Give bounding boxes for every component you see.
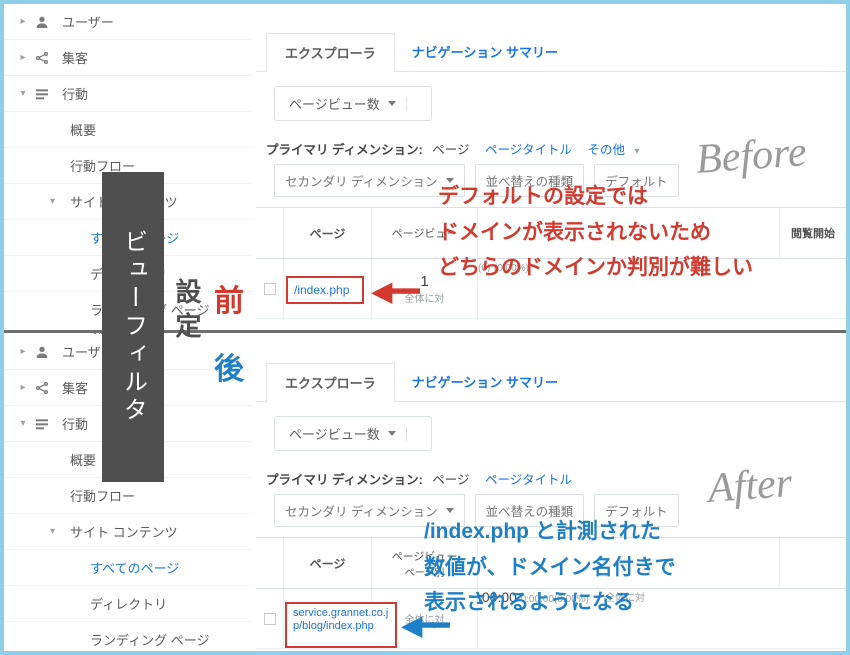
- overlay-setting-label: 設定: [170, 278, 206, 346]
- dimension-page[interactable]: ページ: [432, 473, 469, 487]
- chevron-right-icon: ▸: [18, 382, 28, 393]
- handwritten-after: After: [706, 459, 793, 513]
- nav-label: 集客: [62, 48, 242, 67]
- dimension-page[interactable]: ページ: [432, 143, 469, 157]
- annotation-line: /index.php と計測された: [424, 514, 676, 550]
- label: セカンダリ ディメンション: [285, 171, 438, 190]
- report-tabs: エクスプローラ ナビゲーション サマリー: [256, 4, 846, 72]
- nav-sub-label: サイト コンテンツ: [70, 522, 178, 541]
- annotation-line: どちらのドメインか判別が難しい: [438, 250, 753, 286]
- chevron-right-icon: ▸: [18, 346, 28, 357]
- chevron-down-icon: ▾: [18, 418, 28, 429]
- nav-sub-behavior-flow[interactable]: 行動フロー: [4, 478, 252, 514]
- nav-sub-directory[interactable]: ディレクトリ: [4, 586, 252, 622]
- row-checkbox[interactable]: [264, 613, 276, 625]
- nav-item-acquisition[interactable]: ▸ 集客: [4, 40, 252, 76]
- primary-dimension-label: プライマリ ディメンション:: [266, 473, 423, 487]
- dimension-other[interactable]: その他: [588, 143, 626, 157]
- col-start: [780, 538, 846, 588]
- arrow-left-blue-icon: ◀━━: [402, 610, 447, 641]
- caret-down-icon: [388, 101, 396, 106]
- col-start[interactable]: 閲覧開始: [780, 208, 846, 258]
- metric-label: ページビュー数: [289, 424, 380, 443]
- report-tabs: エクスプローラ ナビゲーション サマリー: [256, 334, 846, 402]
- annotation-line: 表示されるようになる: [424, 585, 676, 621]
- nav-sub-landing-pages[interactable]: ランディング ページ: [4, 622, 252, 655]
- chevron-down-icon: ▾: [50, 526, 60, 537]
- nav-item-behavior[interactable]: ▾ 行動: [4, 76, 252, 112]
- chevron-down-icon: ▾: [50, 196, 60, 207]
- highlighted-cell-before: /index.php: [286, 276, 364, 304]
- overlay-before-kanji: 前: [214, 276, 244, 320]
- person-icon: [34, 344, 52, 360]
- handwritten-before: Before: [694, 128, 807, 184]
- cell-value: 1: [420, 273, 428, 290]
- separator: [406, 427, 407, 441]
- overlay-view-filter-bar: ビューフィルタ: [102, 172, 164, 482]
- person-icon: [34, 14, 52, 30]
- primary-dimension-label: プライマリ ディメンション:: [266, 143, 423, 157]
- annotation-blue: /index.php と計測された 数値が、ドメイン名付きで 表示されるようにな…: [424, 514, 676, 621]
- nav-sub-all-pages[interactable]: すべてのページ: [4, 550, 252, 586]
- tab-nav-summary[interactable]: ナビゲーション サマリー: [394, 33, 576, 71]
- share-icon: [34, 380, 52, 396]
- annotation-line: ドメインが表示されないため: [438, 215, 753, 251]
- nav-item-user[interactable]: ▸ ユーザー: [4, 4, 252, 40]
- annotation-line: 数値が、ドメイン名付きで: [424, 550, 676, 586]
- checkbox-col: [256, 538, 284, 588]
- nav-sub-overview[interactable]: 概要: [4, 112, 252, 148]
- annotation-line: デフォルトの設定では: [438, 179, 753, 215]
- nav-label: ユーザー: [62, 12, 242, 31]
- annotation-red: デフォルトの設定では ドメインが表示されないため どちらのドメインか判別が難しい: [438, 179, 753, 286]
- row-checkbox[interactable]: [264, 283, 276, 295]
- tab-nav-summary[interactable]: ナビゲーション サマリー: [394, 363, 576, 401]
- separator: [406, 97, 407, 111]
- metric-label: ページビュー数: [289, 94, 380, 113]
- list-icon: [34, 416, 52, 432]
- overlay-after-kanji: 後: [214, 344, 244, 388]
- secondary-dimension-selector[interactable]: セカンダリ ディメンション: [274, 164, 465, 197]
- dimension-page-title[interactable]: ページタイトル: [485, 473, 572, 487]
- nav-sub-site-contents[interactable]: ▾ サイト コンテンツ: [4, 514, 252, 550]
- arrow-left-red-icon: ◀━━: [372, 276, 417, 307]
- caret-down-icon: [388, 431, 396, 436]
- metric-selector[interactable]: ページビュー数: [274, 416, 432, 451]
- dimension-page-title[interactable]: ページタイトル: [485, 143, 572, 157]
- label: セカンダリ ディメンション: [285, 501, 438, 520]
- chevron-right-icon: ▸: [18, 52, 28, 63]
- tab-explorer[interactable]: エクスプローラ: [266, 363, 395, 402]
- tab-explorer[interactable]: エクスプローラ: [266, 33, 395, 72]
- metric-selector[interactable]: ページビュー数: [274, 86, 432, 121]
- col-page[interactable]: ページ: [284, 538, 372, 588]
- chevron-right-icon: ▸: [18, 16, 28, 27]
- caret-down-icon: [446, 508, 454, 513]
- highlighted-cell-after: service.grannet.co.jp/blog/index.php: [285, 602, 397, 648]
- annotated-screenshot: ▸ ユーザー ▸ 集客 ▾ 行動 概要 行動フロー ▾ サイト コンテンツ すべ…: [0, 0, 850, 655]
- nav-label: 行動: [62, 84, 242, 103]
- list-icon: [34, 86, 52, 102]
- col-page[interactable]: ページ: [284, 208, 372, 258]
- chevron-down-icon: ▾: [18, 88, 28, 99]
- share-icon: [34, 50, 52, 66]
- checkbox-col: [256, 208, 284, 258]
